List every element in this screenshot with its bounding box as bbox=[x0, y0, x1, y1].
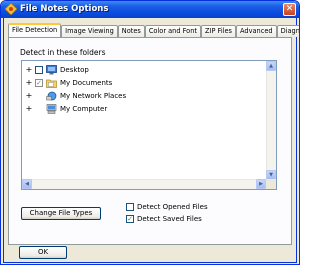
title-bar[interactable]: File Notes Options ✕ bbox=[1, 1, 299, 18]
folder-tree[interactable]: + Desktop + ✓ My Documents + My Network … bbox=[21, 60, 277, 190]
desktop-icon bbox=[46, 65, 57, 75]
tab-image-viewing[interactable]: Image Viewing bbox=[61, 25, 118, 37]
app-icon bbox=[5, 3, 17, 15]
close-button[interactable]: ✕ bbox=[283, 3, 296, 16]
scroll-up-button[interactable]: ▲ bbox=[266, 61, 276, 71]
dialog-body: File Detection Image Viewing Notes Color… bbox=[3, 18, 299, 263]
expand-icon[interactable]: + bbox=[25, 79, 33, 87]
tree-checkbox-desktop[interactable] bbox=[35, 66, 43, 74]
tree-checkbox-my-documents[interactable]: ✓ bbox=[35, 79, 43, 87]
tree-label: My Network Places bbox=[60, 92, 127, 100]
expand-icon[interactable]: + bbox=[25, 105, 33, 113]
detect-opened-option[interactable]: Detect Opened Files bbox=[126, 203, 208, 211]
tab-notes[interactable]: Notes bbox=[117, 25, 145, 37]
window-title: File Notes Options bbox=[20, 4, 109, 14]
horizontal-scrollbar[interactable]: ◀ ▶ bbox=[22, 179, 266, 189]
scroll-left-button[interactable]: ◀ bbox=[22, 179, 32, 189]
tree-label: Desktop bbox=[60, 66, 89, 74]
folders-heading: Detect in these folders bbox=[20, 48, 106, 57]
file-detection-panel: Detect in these folders + Desktop + ✓ My… bbox=[8, 37, 292, 245]
detect-saved-option[interactable]: ✓ Detect Saved Files bbox=[126, 215, 202, 223]
expand-icon[interactable]: + bbox=[25, 92, 33, 100]
tab-zip-files[interactable]: ZIP Files bbox=[200, 25, 236, 37]
tree-label: My Documents bbox=[60, 79, 113, 87]
computer-icon bbox=[46, 104, 57, 114]
ok-button[interactable]: OK bbox=[19, 246, 67, 259]
tab-diagnostics[interactable]: Diagnostics bbox=[276, 25, 299, 37]
detect-saved-label: Detect Saved Files bbox=[137, 215, 202, 223]
tree-label: My Computer bbox=[60, 105, 108, 113]
folder-icon bbox=[46, 79, 57, 88]
detect-saved-checkbox[interactable]: ✓ bbox=[126, 215, 134, 223]
tab-color-and-font[interactable]: Color and Font bbox=[144, 25, 201, 37]
scroll-right-button[interactable]: ▶ bbox=[256, 179, 266, 189]
tab-strip: File Detection Image Viewing Notes Color… bbox=[8, 23, 299, 37]
tree-item-desktop[interactable]: + Desktop bbox=[25, 64, 89, 76]
tree-item-my-documents[interactable]: + ✓ My Documents bbox=[25, 77, 112, 89]
detect-opened-checkbox[interactable] bbox=[126, 203, 134, 211]
network-icon bbox=[46, 91, 57, 101]
tree-item-my-network-places[interactable]: + My Network Places bbox=[25, 90, 126, 102]
detect-opened-label: Detect Opened Files bbox=[137, 203, 208, 211]
tab-advanced[interactable]: Advanced bbox=[236, 25, 277, 37]
tree-item-my-computer[interactable]: + My Computer bbox=[25, 103, 107, 115]
tab-file-detection[interactable]: File Detection bbox=[8, 23, 62, 37]
file-notes-options-window: File Notes Options ✕ File Detection Imag… bbox=[0, 0, 300, 265]
expand-icon[interactable]: + bbox=[25, 66, 33, 74]
scroll-corner bbox=[266, 179, 276, 189]
change-file-types-button[interactable]: Change File Types bbox=[21, 207, 101, 220]
vertical-scrollbar[interactable]: ▲ ▼ bbox=[266, 61, 276, 189]
